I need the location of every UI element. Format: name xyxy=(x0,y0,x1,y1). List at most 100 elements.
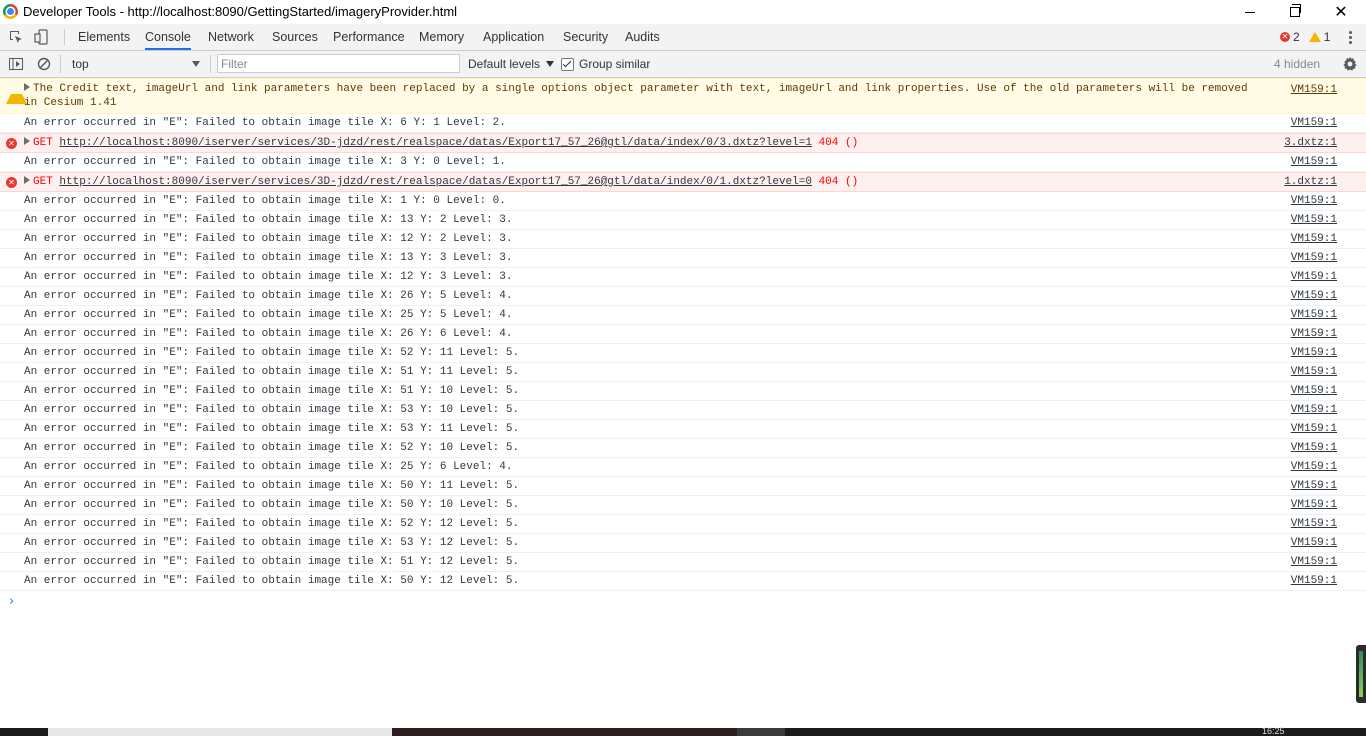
source-link[interactable]: VM159:1 xyxy=(1291,460,1337,474)
tab-console[interactable]: Console xyxy=(145,24,191,50)
console-warning-message[interactable]: The Credit text, imageUrl and link param… xyxy=(0,78,1366,114)
console-error-message[interactable]: ✕ GET http://localhost:8090/iserver/servi… xyxy=(0,172,1366,192)
source-link[interactable]: VM159:1 xyxy=(1291,346,1337,360)
source-link[interactable]: VM159:1 xyxy=(1291,194,1337,208)
source-link[interactable]: VM159:1 xyxy=(1291,155,1337,169)
console-log-message[interactable]: An error occurred in "E": Failed to obta… xyxy=(0,230,1366,249)
console-log-message[interactable]: An error occurred in "E": Failed to obta… xyxy=(0,401,1366,420)
console-log-message[interactable]: An error occurred in "E": Failed to obta… xyxy=(0,572,1366,591)
close-button[interactable]: ✕ xyxy=(1318,0,1364,24)
console-log-message[interactable]: An error occurred in "E": Failed to obta… xyxy=(0,363,1366,382)
console-log-message[interactable]: An error occurred in "E": Failed to obta… xyxy=(0,515,1366,534)
source-link[interactable]: VM159:1 xyxy=(1291,83,1337,97)
console-log-message[interactable]: An error occurred in "E": Failed to obta… xyxy=(0,249,1366,268)
source-link[interactable]: VM159:1 xyxy=(1291,403,1337,417)
source-link[interactable]: VM159:1 xyxy=(1291,479,1337,493)
group-similar-label: Group similar xyxy=(579,57,651,71)
error-icon: ✕ xyxy=(1280,32,1290,42)
toolbar-divider xyxy=(210,55,211,73)
tab-network[interactable]: Network xyxy=(208,24,254,50)
source-link[interactable]: VM159:1 xyxy=(1291,270,1337,284)
message-text: An error occurred in "E": Failed to obta… xyxy=(24,346,1366,360)
source-link[interactable]: VM159:1 xyxy=(1291,574,1337,588)
warning-count: 1 xyxy=(1323,30,1331,44)
source-link[interactable]: VM159:1 xyxy=(1291,308,1337,322)
console-log-message[interactable]: An error occurred in "E": Failed to obta… xyxy=(0,477,1366,496)
source-link[interactable]: VM159:1 xyxy=(1291,536,1337,550)
source-link[interactable]: VM159:1 xyxy=(1291,517,1337,531)
console-log-message[interactable]: An error occurred in "E": Failed to obta… xyxy=(0,420,1366,439)
taskbar-item[interactable] xyxy=(737,728,785,736)
tab-security[interactable]: Security xyxy=(563,24,608,50)
console-log-message[interactable]: An error occurred in "E": Failed to obta… xyxy=(0,114,1366,133)
console-log-message[interactable]: An error occurred in "E": Failed to obta… xyxy=(0,325,1366,344)
console-log-message[interactable]: An error occurred in "E": Failed to obta… xyxy=(0,382,1366,401)
context-select[interactable]: top xyxy=(64,54,204,74)
hidden-count: 4 hidden xyxy=(1274,57,1321,71)
console-messages[interactable]: The Credit text, imageUrl and link param… xyxy=(0,78,1366,591)
console-log-message[interactable]: An error occurred in "E": Failed to obta… xyxy=(0,306,1366,325)
log-levels-dropdown[interactable]: Default levels xyxy=(468,54,555,74)
tab-application[interactable]: Application xyxy=(483,24,544,50)
settings-gear-icon[interactable] xyxy=(1342,56,1358,72)
source-link[interactable]: VM159:1 xyxy=(1291,365,1337,379)
taskbar-item[interactable] xyxy=(392,728,737,736)
tab-elements[interactable]: Elements xyxy=(78,24,130,50)
source-link[interactable]: VM159:1 xyxy=(1291,384,1337,398)
console-log-message[interactable]: An error occurred in "E": Failed to obta… xyxy=(0,439,1366,458)
source-link[interactable]: VM159:1 xyxy=(1291,116,1337,130)
filter-input[interactable] xyxy=(217,54,460,73)
message-text: An error occurred in "E": Failed to obta… xyxy=(24,441,1366,455)
message-text: An error occurred in "E": Failed to obta… xyxy=(24,116,1366,130)
devtools-tabbar: Elements Console Network Sources Perform… xyxy=(0,24,1366,51)
source-link[interactable]: 3.dxtz:1 xyxy=(1284,136,1337,150)
tab-audits[interactable]: Audits xyxy=(625,24,660,50)
source-link[interactable]: VM159:1 xyxy=(1291,441,1337,455)
inspect-icon[interactable] xyxy=(8,29,24,45)
console-log-message[interactable]: An error occurred in "E": Failed to obta… xyxy=(0,268,1366,287)
console-log-message[interactable]: An error occurred in "E": Failed to obta… xyxy=(0,153,1366,172)
title-bar: Developer Tools - http://localhost:8090/… xyxy=(0,0,1366,24)
error-icon: ✕ xyxy=(6,177,17,188)
console-log-message[interactable]: An error occurred in "E": Failed to obta… xyxy=(0,192,1366,211)
kebab-menu-icon[interactable] xyxy=(1344,29,1356,45)
group-similar-checkbox[interactable] xyxy=(561,57,574,71)
console-log-message[interactable]: An error occurred in "E": Failed to obta… xyxy=(0,287,1366,306)
console-prompt[interactable]: › xyxy=(9,594,14,609)
console-log-message[interactable]: An error occurred in "E": Failed to obta… xyxy=(0,211,1366,230)
source-link[interactable]: VM159:1 xyxy=(1291,289,1337,303)
source-link[interactable]: VM159:1 xyxy=(1291,498,1337,512)
console-error-message[interactable]: ✕ GET http://localhost:8090/iserver/servi… xyxy=(0,133,1366,153)
source-link[interactable]: VM159:1 xyxy=(1291,555,1337,569)
taskbar-item[interactable] xyxy=(48,728,392,736)
message-text: An error occurred in "E": Failed to obta… xyxy=(24,289,1366,303)
request-url-link[interactable]: http://localhost:8090/iserver/services/3… xyxy=(59,137,812,149)
message-text-content: An error occurred in "E": Failed to obta… xyxy=(24,366,520,378)
issue-counter[interactable]: ✕ 2 1 xyxy=(1280,30,1330,44)
console-log-message[interactable]: An error occurred in "E": Failed to obta… xyxy=(0,553,1366,572)
expand-triangle-icon[interactable] xyxy=(24,176,30,184)
console-log-message[interactable]: An error occurred in "E": Failed to obta… xyxy=(0,458,1366,477)
clear-console-icon[interactable] xyxy=(36,56,52,72)
source-link[interactable]: 1.dxtz:1 xyxy=(1284,175,1337,189)
sidebar-toggle-icon[interactable] xyxy=(8,56,24,72)
restore-button[interactable] xyxy=(1272,0,1318,24)
expand-triangle-icon[interactable] xyxy=(24,137,30,145)
console-log-message[interactable]: An error occurred in "E": Failed to obta… xyxy=(0,344,1366,363)
console-log-message[interactable]: An error occurred in "E": Failed to obta… xyxy=(0,496,1366,515)
source-link[interactable]: VM159:1 xyxy=(1291,232,1337,246)
request-url-link[interactable]: http://localhost:8090/iserver/services/3… xyxy=(59,176,812,188)
message-text-content: An error occurred in "E": Failed to obta… xyxy=(24,117,506,129)
group-similar-toggle[interactable]: Group similar xyxy=(561,54,650,74)
device-toolbar-icon[interactable] xyxy=(34,29,50,45)
source-link[interactable]: VM159:1 xyxy=(1291,422,1337,436)
source-link[interactable]: VM159:1 xyxy=(1291,327,1337,341)
message-text-content: An error occurred in "E": Failed to obta… xyxy=(24,290,513,302)
console-log-message[interactable]: An error occurred in "E": Failed to obta… xyxy=(0,534,1366,553)
tab-memory[interactable]: Memory xyxy=(419,24,464,50)
minimize-button[interactable] xyxy=(1227,0,1273,24)
tab-sources[interactable]: Sources xyxy=(272,24,318,50)
source-link[interactable]: VM159:1 xyxy=(1291,251,1337,265)
tab-performance[interactable]: Performance xyxy=(333,24,405,50)
source-link[interactable]: VM159:1 xyxy=(1291,213,1337,227)
